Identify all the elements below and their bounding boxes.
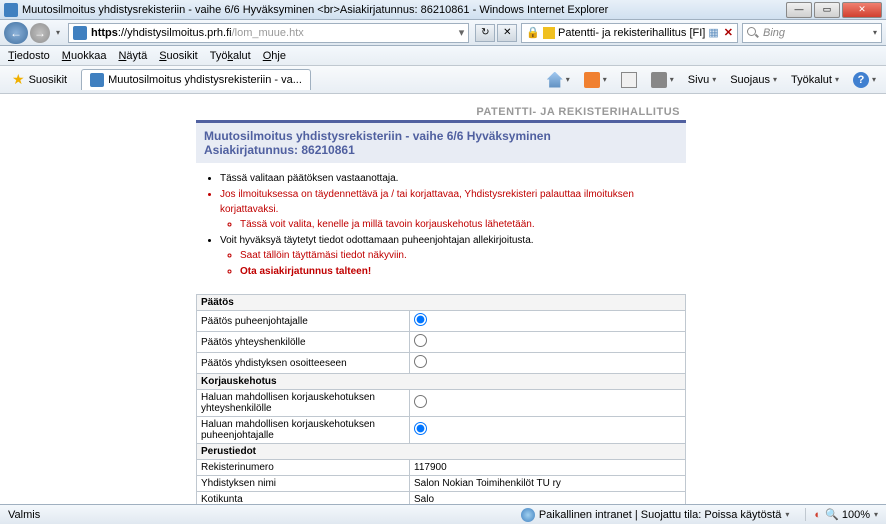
help-button[interactable]: ?▾ [849, 70, 880, 90]
menu-tools[interactable]: Työkalut [210, 50, 251, 62]
protected-mode-icon: ◐ [814, 509, 821, 521]
page-title: Muutosilmoitus yhdistysrekisteriin - vai… [204, 129, 678, 143]
section-header-korjaus: Korjauskehotus [197, 374, 686, 390]
menu-help[interactable]: Ohje [263, 50, 286, 62]
label-koti: Kotikunta [197, 492, 410, 505]
back-button[interactable]: ← [4, 22, 28, 44]
info-item-warning: Jos ilmoituksessa on täydennettävä ja / … [220, 187, 682, 232]
home-icon [547, 72, 563, 88]
command-bar: ★ Suosikit Muutosilmoitus yhdistysrekist… [0, 66, 886, 94]
compat-view-icon[interactable]: ▦ [708, 26, 718, 39]
page-subtitle: Asiakirjatunnus: 86210861 [204, 143, 678, 157]
forward-button[interactable]: → [30, 23, 50, 43]
address-bar[interactable]: https://yhdistysilmoitus.prh.fi/lom_muue… [68, 23, 469, 43]
print-icon [651, 72, 667, 88]
mail-icon [621, 72, 637, 88]
navigation-bar: ← → ▾ https://yhdistysilmoitus.prh.fi/lo… [0, 20, 886, 46]
label-nimi: Yhdistyksen nimi [197, 476, 410, 492]
rss-icon [584, 72, 600, 88]
history-dropdown[interactable]: ▾ [56, 28, 60, 37]
stop-button[interactable]: ✕ [497, 24, 517, 42]
identity-text: Patentti- ja rekisterihallitus [FI] [558, 27, 705, 39]
menu-bar: Tiedosto Muokkaa Näytä Suosikit Työkalut… [0, 46, 886, 66]
radio-korj-pj[interactable] [414, 422, 427, 435]
app-icon [4, 3, 18, 17]
feeds-button[interactable]: ▾ [580, 70, 611, 90]
page-header: Muutosilmoitus yhdistysrekisteriin - vai… [196, 120, 686, 163]
minimize-button[interactable]: — [786, 2, 812, 18]
identity-box[interactable]: 🔒 Patentti- ja rekisterihallitus [FI] ▦ … [521, 23, 738, 43]
search-icon [747, 27, 759, 39]
tab-favicon [90, 73, 104, 87]
label-paatos-osoite: Päätös yhdistyksen osoitteeseen [197, 353, 410, 374]
print-button[interactable]: ▾ [647, 70, 678, 90]
window-title: Muutosilmoitus yhdistysrekisteriin - vai… [22, 4, 786, 16]
site-icon [73, 26, 87, 40]
label-paatos-pj: Päätös puheenjohtajalle [197, 311, 410, 332]
read-mail-button[interactable] [617, 70, 641, 90]
window-titlebar: Muutosilmoitus yhdistysrekisteriin - vai… [0, 0, 886, 20]
star-icon: ★ [12, 71, 25, 88]
home-button[interactable]: ▾ [543, 70, 574, 90]
info-list: Tässä valitaan päätöksen vastaanottaja. … [196, 163, 686, 288]
value-koti: Salo [410, 492, 686, 505]
favorites-button[interactable]: ★ Suosikit [6, 69, 73, 90]
zoom-level[interactable]: 🔍 100% [825, 508, 870, 521]
search-dropdown[interactable]: ▾ [873, 28, 877, 37]
menu-view[interactable]: Näytä [118, 50, 147, 62]
label-korj-pj: Haluan mahdollisen korjauskehotuksen puh… [197, 417, 410, 444]
lock-icon: 🔒 [526, 26, 540, 39]
tab-title: Muutosilmoitus yhdistysrekisteriin - va.… [108, 74, 302, 86]
brand-heading: PATENTTI- JA REKISTERIHALLITUS [196, 102, 686, 120]
refresh-button[interactable]: ↻ [475, 24, 495, 42]
status-bar: Valmis Paikallinen intranet | Suojattu t… [0, 504, 886, 524]
radio-paatos-yht[interactable] [414, 334, 427, 347]
label-paatos-yht: Päätös yhteyshenkilölle [197, 332, 410, 353]
radio-paatos-pj[interactable] [414, 313, 427, 326]
help-icon: ? [853, 72, 869, 88]
zone-dropdown[interactable]: ▾ [785, 510, 789, 519]
url-text: https://yhdistysilmoitus.prh.fi/lom_muue… [91, 27, 455, 39]
search-placeholder: Bing [763, 27, 873, 39]
form-table: Päätös Päätös puheenjohtajalle Päätös yh… [196, 294, 686, 504]
radio-paatos-osoite[interactable] [414, 355, 427, 368]
menu-file[interactable]: Tiedosto [8, 50, 50, 62]
address-dropdown[interactable]: ▾ [459, 26, 465, 39]
radio-korj-yht[interactable] [414, 395, 427, 408]
compat-close-icon[interactable]: ✕ [724, 26, 733, 39]
info-item: Tässä valitaan päätöksen vastaanottaja. [220, 171, 682, 186]
maximize-button[interactable]: ▭ [814, 2, 840, 18]
browser-tab[interactable]: Muutosilmoitus yhdistysrekisteriin - va.… [81, 69, 311, 90]
safety-menu[interactable]: Suojaus ▾ [726, 72, 781, 88]
zoom-dropdown[interactable]: ▾ [874, 510, 878, 519]
search-box[interactable]: Bing ▾ [742, 23, 882, 43]
menu-favorites[interactable]: Suosikit [159, 50, 198, 62]
page-menu[interactable]: Sivu ▾ [684, 72, 720, 88]
zone-icon [521, 508, 535, 522]
info-item: Voit hyväksyä täytetyt tiedot odottamaan… [220, 233, 682, 279]
label-korj-yht: Haluan mahdollisen korjauskehotuksen yht… [197, 390, 410, 417]
content-area[interactable]: PATENTTI- JA REKISTERIHALLITUS Muutosilm… [0, 94, 886, 504]
flag-icon [543, 27, 555, 39]
tools-menu[interactable]: Työkalut ▾ [787, 72, 843, 88]
menu-edit[interactable]: Muokkaa [62, 50, 107, 62]
label-reknum: Rekisterinumero [197, 460, 410, 476]
value-reknum: 117900 [410, 460, 686, 476]
close-button[interactable]: ✕ [842, 2, 882, 18]
section-header-paatos: Päätös [197, 295, 686, 311]
zone-text: Paikallinen intranet | Suojattu tila: Po… [539, 509, 782, 521]
value-nimi: Salon Nokian Toimihenkilöt TU ry [410, 476, 686, 492]
section-header-perus: Perustiedot [197, 444, 686, 460]
status-text: Valmis [8, 509, 40, 521]
